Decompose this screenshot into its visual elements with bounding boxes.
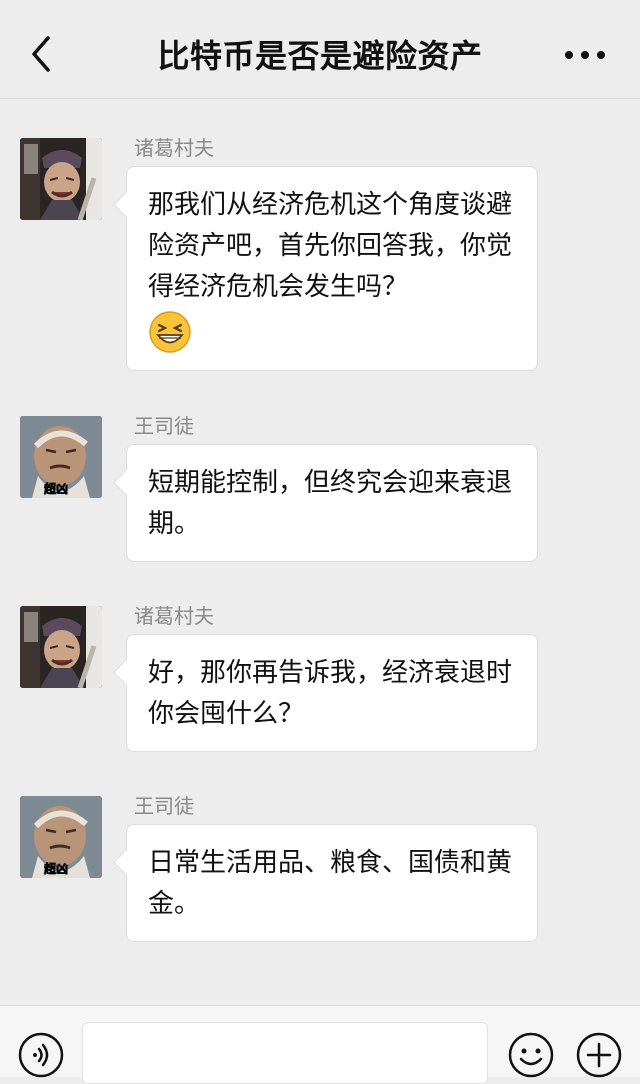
zhuge-avatar-icon xyxy=(20,138,102,220)
back-button[interactable] xyxy=(26,34,60,74)
chat-header: 比特币是否是避险资产 xyxy=(0,0,640,99)
input-bar xyxy=(0,1005,640,1084)
message-text: 短期能控制，但终究会迎来衰退期。 xyxy=(148,468,513,539)
message-bubble[interactable]: 日常生活用品、粮食、国债和黄金。 xyxy=(126,824,538,942)
message-text: 那我们从经济危机这个角度谈避险资产吧，首先你回答我，你觉得经济危机会发生吗？ xyxy=(148,190,513,302)
message-text: 好，那你再告诉我，经济衰退时你会囤什么？ xyxy=(148,658,513,729)
message-bubble[interactable]: 短期能控制，但终究会迎来衰退期。 xyxy=(126,444,538,562)
sender-name: 诸葛村夫 xyxy=(134,136,214,160)
sender-avatar[interactable]: 超凶 xyxy=(20,796,102,878)
sender-name: 王司徒 xyxy=(134,414,194,438)
message-text: 日常生活用品、粮食、国债和黄金。 xyxy=(148,848,513,919)
sender-avatar[interactable] xyxy=(20,606,102,688)
sender-name: 王司徒 xyxy=(134,794,194,818)
emoji-button[interactable] xyxy=(508,1032,554,1078)
sender-avatar[interactable]: 超凶 xyxy=(20,416,102,498)
more-actions-button[interactable] xyxy=(576,1032,622,1078)
message-input[interactable] xyxy=(82,1022,488,1084)
voice-icon xyxy=(18,1032,64,1078)
voice-button[interactable] xyxy=(18,1032,64,1078)
more-button[interactable] xyxy=(560,40,610,70)
sender-name: 诸葛村夫 xyxy=(134,604,214,628)
message-bubble[interactable]: 那我们从经济危机这个角度谈避险资产吧，首先你回答我，你觉得经济危机会发生吗？ xyxy=(126,166,538,371)
avatar-caption: 超凶 xyxy=(43,861,68,876)
more-dots-icon xyxy=(565,51,605,59)
zhuge-avatar-icon xyxy=(20,606,102,688)
chevron-left-icon xyxy=(32,36,50,72)
grin-squint-emoji xyxy=(149,311,191,353)
message-bubble[interactable]: 好，那你再告诉我，经济衰退时你会囤什么？ xyxy=(126,634,538,752)
wang-avatar-icon: 超凶 xyxy=(20,416,102,498)
wang-avatar-icon: 超凶 xyxy=(20,796,102,878)
sender-avatar[interactable] xyxy=(20,138,102,220)
plus-icon xyxy=(576,1032,622,1078)
chat-title: 比特币是否是避险资产 xyxy=(157,37,483,75)
avatar-caption: 超凶 xyxy=(43,481,68,496)
smiley-icon xyxy=(508,1032,554,1078)
